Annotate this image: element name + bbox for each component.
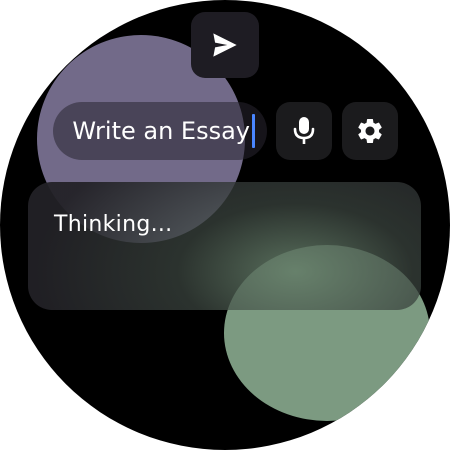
send-button[interactable]: [191, 12, 259, 78]
response-card: Thinking...: [28, 182, 421, 310]
mic-icon: [293, 116, 315, 146]
prompt-input-text: Write an Essay: [72, 117, 250, 145]
voice-input-button[interactable]: [276, 102, 332, 160]
text-caret: [252, 114, 255, 148]
gear-icon: [355, 116, 385, 146]
settings-button[interactable]: [342, 102, 398, 160]
prompt-input[interactable]: Write an Essay: [53, 102, 267, 160]
send-icon: [211, 32, 239, 58]
watch-screen: Write an Essay Thinking...: [0, 0, 450, 450]
status-text: Thinking...: [54, 212, 173, 237]
